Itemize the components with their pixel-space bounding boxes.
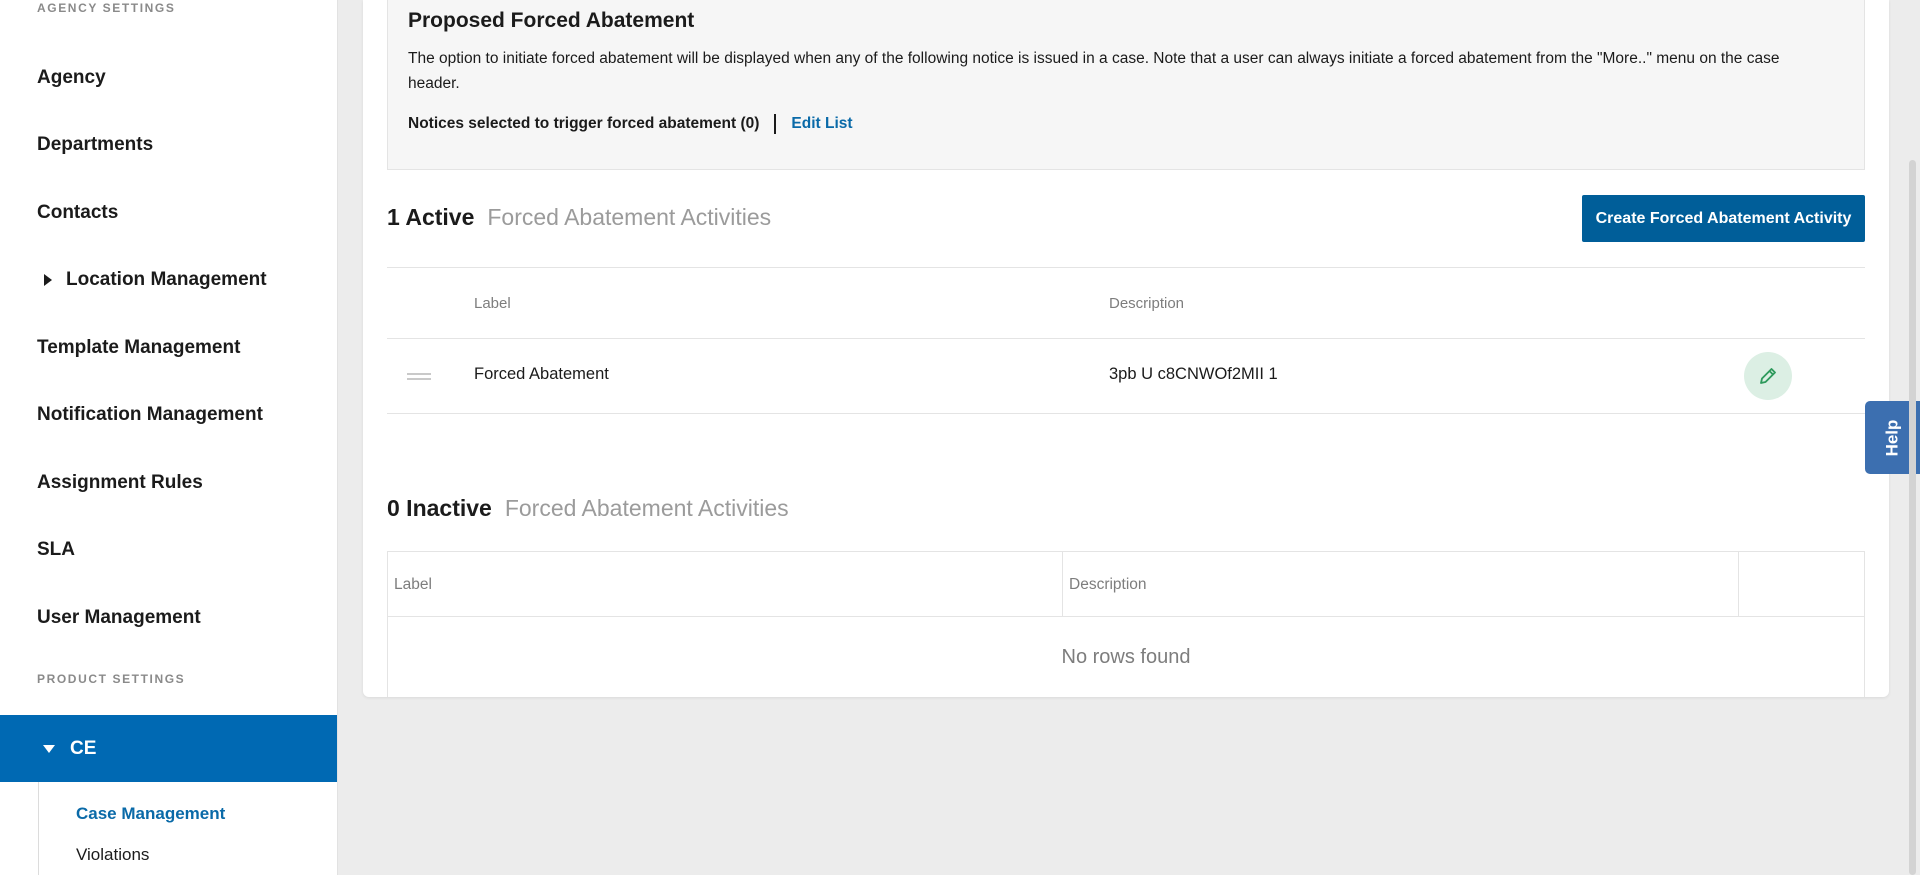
sidebar-item-user-management[interactable]: User Management	[37, 607, 201, 629]
column-actions	[1739, 552, 1864, 616]
table-row: Forced Abatement 3pb U c8CNWOf2MII 1	[387, 339, 1865, 414]
notice-description: The option to initiate forced abatement …	[408, 50, 1780, 92]
sidebar-item-assignment-rules[interactable]: Assignment Rules	[37, 472, 203, 494]
sidebar-item-label: User Management	[37, 607, 201, 628]
sidebar-item-ce[interactable]: CE	[0, 715, 337, 782]
sidebar-item-location-management[interactable]: Location Management	[37, 269, 267, 291]
help-label: Help	[1882, 419, 1902, 456]
divider	[774, 114, 777, 134]
active-count: 1 Active	[387, 204, 475, 230]
column-header-label: Label	[394, 576, 432, 593]
sidebar-item-notification-management[interactable]: Notification Management	[37, 404, 263, 426]
edit-list-link[interactable]: Edit List	[791, 115, 852, 133]
sidebar-item-sla[interactable]: SLA	[37, 539, 75, 561]
column-label: Label	[388, 552, 1063, 616]
forced-abatement-panel: Proposed Forced Abatement The option to …	[363, 0, 1889, 697]
sidebar-subitem-case-management[interactable]: Case Management	[76, 804, 225, 824]
notice-selection-row: Notices selected to trigger forced abate…	[408, 114, 853, 134]
pencil-icon	[1760, 368, 1776, 384]
active-section-label: Forced Abatement Activities	[487, 204, 772, 230]
sidebar-item-label: Notification Management	[37, 404, 263, 425]
sidebar-item-template-management[interactable]: Template Management	[37, 337, 240, 359]
inactive-section-heading: 0 Inactive Forced Abatement Activities	[387, 495, 789, 522]
sidebar-item-label: Contacts	[37, 202, 119, 223]
caret-down-icon	[43, 744, 55, 753]
column-header-description: Description	[1109, 295, 1185, 312]
table-header: Label Description	[387, 267, 1865, 339]
table-header: Label Description	[388, 552, 1864, 617]
inactive-section-label: Forced Abatement Activities	[504, 495, 789, 521]
inactive-count: 0 Inactive	[387, 495, 492, 521]
subtree-line	[38, 782, 39, 875]
sidebar-item-departments[interactable]: Departments	[37, 134, 153, 156]
scrollbar-thumb[interactable]	[1909, 160, 1916, 875]
empty-state-text: No rows found	[1061, 645, 1191, 668]
inactive-activities-table: Label Description No rows found	[387, 551, 1865, 697]
settings-sidebar: AGENCY SETTINGS Agency Departments Conta…	[0, 0, 338, 875]
sidebar-item-label: Location Management	[66, 269, 267, 290]
sidebar-item-label: Assignment Rules	[37, 472, 203, 493]
sidebar-item-label: CE	[70, 737, 97, 759]
sidebar-item-contacts[interactable]: Contacts	[37, 202, 118, 224]
notices-selected-count: Notices selected to trigger forced abate…	[408, 115, 760, 132]
row-description: 3pb U c8CNWOf2MII 1	[1109, 365, 1278, 383]
sidebar-item-label: Template Management	[37, 337, 241, 358]
notice-title: Proposed Forced Abatement	[408, 9, 695, 32]
sidebar-item-label: Agency	[37, 67, 106, 88]
column-header-label: Label	[474, 295, 511, 312]
proposed-forced-abatement-box: Proposed Forced Abatement The option to …	[387, 0, 1865, 170]
column-description: Description	[1063, 552, 1739, 616]
product-settings-heading: PRODUCT SETTINGS	[37, 672, 186, 686]
active-activities-table: Label Description Forced Abatement 3pb U…	[387, 267, 1865, 414]
drag-handle-icon[interactable]	[407, 373, 431, 380]
sidebar-item-agency[interactable]: Agency	[37, 67, 106, 89]
create-forced-abatement-activity-button[interactable]: Create Forced Abatement Activity	[1582, 195, 1865, 242]
sidebar-subitem-violations[interactable]: Violations	[76, 845, 149, 865]
edit-activity-button[interactable]	[1744, 352, 1792, 400]
caret-right-icon	[44, 274, 52, 286]
column-header-description: Description	[1069, 576, 1147, 593]
agency-settings-heading: AGENCY SETTINGS	[37, 1, 176, 15]
sidebar-item-label: Departments	[37, 134, 154, 155]
active-section-heading: 1 Active Forced Abatement Activities	[387, 204, 771, 231]
row-label: Forced Abatement	[474, 365, 609, 383]
sidebar-item-label: SLA	[37, 539, 75, 560]
